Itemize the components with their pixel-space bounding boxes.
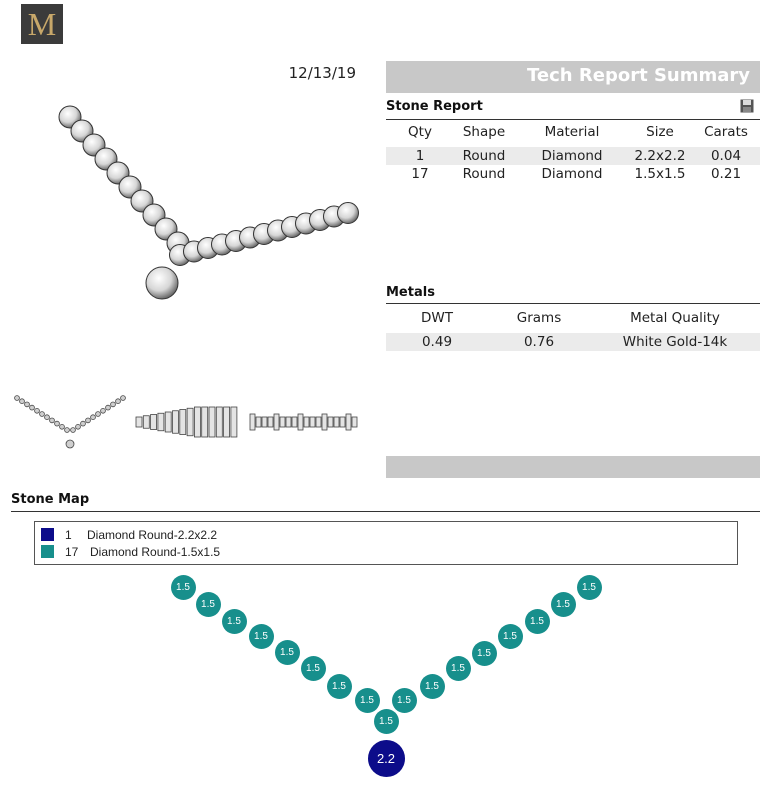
- stone-small: 1.5: [300, 655, 326, 681]
- stone-small: 1.5: [497, 623, 523, 649]
- stone-small: 1.5: [373, 708, 399, 734]
- stone-map-diagram: 1.5 1.5 1.5 1.5 1.5 1.5 1.5 1.5 1.5 1.5 1.5 1.5 1.5 1…: [0, 0, 778, 791]
- stone-small: 1.5: [170, 574, 196, 600]
- stone-small: 1.5: [274, 639, 300, 665]
- stone-small: 1.5: [248, 623, 274, 649]
- stone-small: 1.5: [550, 591, 576, 617]
- stone-big: 2.2: [367, 739, 405, 777]
- stone-small: 1.5: [524, 608, 550, 634]
- stone-small: 1.5: [391, 687, 417, 713]
- stone-small: 1.5: [354, 687, 380, 713]
- stone-small: 1.5: [195, 591, 221, 617]
- stone-small: 1.5: [221, 608, 247, 634]
- stone-small: 1.5: [576, 574, 602, 600]
- stone-small: 1.5: [471, 640, 497, 666]
- stone-small: 1.5: [419, 673, 445, 699]
- stone-small: 1.5: [326, 673, 352, 699]
- stone-small: 1.5: [445, 655, 471, 681]
